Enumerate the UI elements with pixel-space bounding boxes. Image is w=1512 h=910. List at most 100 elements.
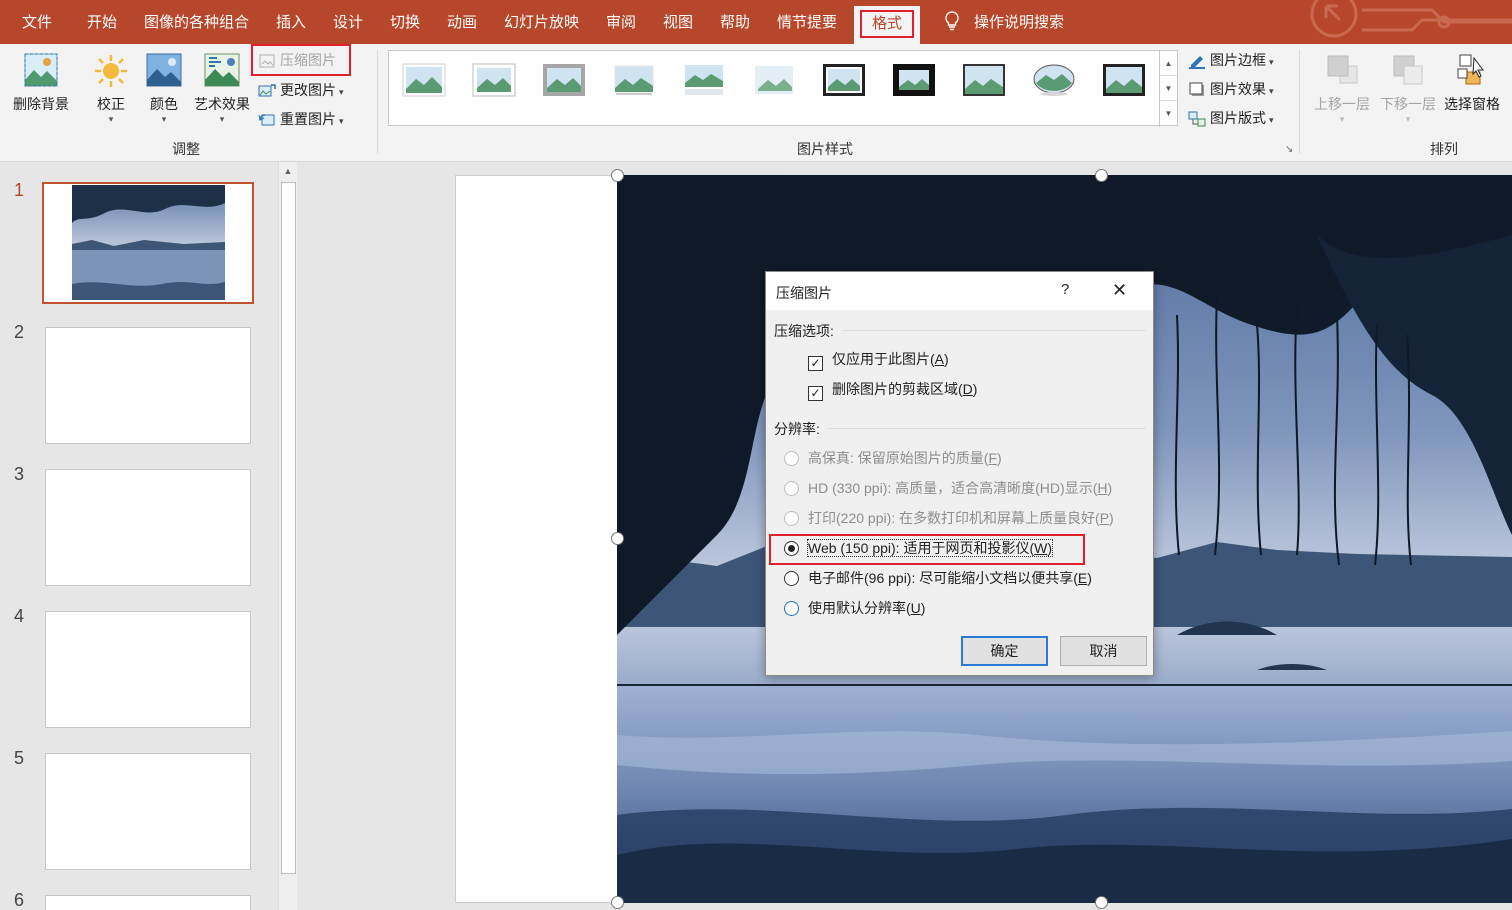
ribbon: 删除背景 校正 ▾ 颜色 ▾ 艺术效果 ▾ 压缩图片 更改图片 ▾ 重置图片 ▾…: [0, 44, 1512, 162]
radio-print-220: 打印(220 ppi): 在多数打印机和屏幕上质量良好(P): [784, 507, 1114, 529]
picture-style-thin-black[interactable]: [1102, 63, 1146, 97]
adjust-group-label: 调整: [172, 141, 200, 157]
corrections-button[interactable]: 校正 ▾: [88, 52, 134, 124]
picture-style-simple-black[interactable]: [962, 63, 1006, 97]
artistic-effects-icon: [204, 53, 240, 87]
close-icon[interactable]: ✕: [1112, 280, 1127, 301]
picture-effects-button[interactable]: 图片效果 ▾: [1188, 77, 1274, 101]
gallery-more-icon[interactable]: ▼: [1160, 101, 1177, 126]
tab-file[interactable]: 文件: [22, 0, 52, 44]
slide-thumbnail-3[interactable]: [45, 469, 251, 586]
picture-effects-icon: [1189, 82, 1204, 97]
section-divider: [842, 330, 1146, 331]
picture-styles-gallery[interactable]: ▲ ▼ ▼: [388, 50, 1178, 127]
resize-handle[interactable]: [611, 532, 624, 545]
picture-border-button[interactable]: 图片边框 ▾: [1188, 48, 1274, 72]
compress-options-heading: 压缩选项:: [774, 323, 834, 339]
picture-style-double-frame-black[interactable]: [822, 63, 866, 97]
high-fidelity-label: 高保真: 保留原始图片的质量(: [808, 450, 989, 466]
change-picture-dropdown-icon: ▾: [339, 87, 344, 97]
ok-button[interactable]: 确定: [961, 636, 1048, 666]
resize-handle[interactable]: [611, 896, 624, 909]
slide-canvas[interactable]: [455, 175, 625, 903]
tell-me-label: 操作说明搜索: [974, 14, 1065, 31]
tab-view[interactable]: 视图: [663, 0, 693, 44]
tab-format-label: 格式: [860, 10, 915, 38]
tab-help[interactable]: 帮助: [720, 0, 750, 44]
picture-style-gray-frame[interactable]: [542, 63, 586, 97]
tell-me-search[interactable]: 操作说明搜索: [944, 0, 1064, 44]
delete-cropped-areas-checkbox[interactable]: ✓ 删除图片的剪裁区域(D): [808, 378, 977, 401]
artistic-effects-button[interactable]: 艺术效果 ▾: [190, 52, 254, 124]
radio-hd-330: HD (330 ppi): 高质量，适合高清晰度(HD)显示(H): [784, 477, 1112, 499]
cancel-button[interactable]: 取消: [1060, 636, 1147, 666]
close-paren: ): [1107, 480, 1113, 496]
radio-email-96[interactable]: 电子邮件(96 ppi): 尽可能缩小文档以便共享(E): [784, 567, 1092, 589]
radio-default-resolution[interactable]: 使用默认分辨率(U): [784, 597, 925, 619]
tab-transitions[interactable]: 切换: [390, 0, 420, 44]
thumbnail-scrollbar[interactable]: ▲: [278, 162, 297, 910]
radio-unselected-icon: [784, 511, 799, 526]
slide-thumbnail-4[interactable]: [45, 611, 251, 728]
tab-review[interactable]: 审阅: [606, 0, 636, 44]
selection-pane-button[interactable]: 选择窗格: [1440, 52, 1504, 114]
email-label: 电子邮件(96 ppi): 尽可能缩小文档以便共享(: [808, 570, 1078, 586]
section-divider: [828, 428, 1146, 429]
picture-layout-button[interactable]: 图片版式 ▾: [1188, 106, 1274, 130]
tab-storyboard[interactable]: 情节提要: [777, 0, 837, 44]
slide-1-landscape-image: [44, 184, 252, 302]
group-separator: [377, 50, 378, 154]
radio-unselected-icon: [784, 601, 799, 616]
resize-handle[interactable]: [1095, 896, 1108, 909]
picture-layout-icon: [1188, 111, 1206, 127]
change-picture-button[interactable]: 更改图片 ▾: [258, 78, 344, 102]
reset-picture-button[interactable]: 重置图片 ▾: [258, 107, 344, 131]
slide-number: 5: [14, 748, 25, 768]
tab-animations[interactable]: 动画: [447, 0, 477, 44]
send-backward-dropdown-icon: ▾: [1405, 114, 1411, 124]
picture-layout-dropdown-icon: ▾: [1269, 115, 1274, 125]
gallery-down-icon[interactable]: ▼: [1160, 76, 1177, 101]
radio-web-150[interactable]: Web (150 ppi): 适用于网页和投影仪(W): [784, 537, 1054, 559]
slide-number: 2: [14, 322, 25, 342]
dialog-title-bar: 压缩图片 ? ✕: [766, 272, 1153, 310]
scroll-up-icon[interactable]: ▲: [279, 162, 297, 180]
tab-insert[interactable]: 插入: [276, 0, 306, 44]
dialog-launcher-icon[interactable]: ↘: [1285, 144, 1293, 155]
picture-style-oval[interactable]: [1032, 63, 1076, 97]
send-backward-button[interactable]: 下移一层 ▾: [1376, 52, 1440, 124]
apply-only-checkbox[interactable]: ✓ 仅应用于此图片(A): [808, 348, 949, 371]
tab-design[interactable]: 设计: [333, 0, 363, 44]
radio-unselected-icon: [784, 481, 799, 496]
resize-handle[interactable]: [611, 169, 624, 182]
tab-home[interactable]: 开始: [87, 0, 117, 44]
tab-format[interactable]: 格式: [854, 6, 921, 44]
corrections-label: 校正: [97, 96, 125, 112]
picture-style-thick-black[interactable]: [892, 63, 936, 97]
picture-style-reflected[interactable]: [682, 63, 726, 97]
web-shortcut: W: [1034, 540, 1048, 556]
artistic-effects-label: 艺术效果: [194, 96, 250, 112]
tab-slideshow[interactable]: 幻灯片放映: [504, 0, 579, 44]
corrections-dropdown-icon: ▾: [108, 114, 114, 124]
slide-thumbnail-2[interactable]: [45, 327, 251, 444]
change-picture-label: 更改图片: [280, 82, 336, 98]
gallery-up-icon[interactable]: ▲: [1160, 51, 1177, 76]
gallery-scroll[interactable]: ▲ ▼ ▼: [1159, 51, 1177, 127]
picture-style-simple-frame[interactable]: [402, 63, 446, 97]
email-shortcut: E: [1077, 570, 1088, 586]
remove-background-button[interactable]: 删除背景: [8, 52, 74, 114]
slide-thumbnail-6[interactable]: [45, 895, 251, 910]
picture-style-soft-rect[interactable]: [752, 63, 796, 97]
scrollbar-thumb[interactable]: [281, 182, 296, 874]
help-icon[interactable]: ?: [1061, 281, 1069, 298]
color-button[interactable]: 颜色 ▾: [141, 52, 187, 124]
slide-thumbnail-1[interactable]: [42, 182, 254, 304]
slide-number: 4: [14, 606, 25, 626]
tab-image-combos[interactable]: 图像的各种组合: [144, 0, 249, 44]
picture-style-soft-edge[interactable]: [612, 63, 656, 97]
resize-handle[interactable]: [1095, 169, 1108, 182]
slide-thumbnail-5[interactable]: [45, 753, 251, 870]
picture-style-white-frame[interactable]: [472, 63, 516, 97]
bring-forward-button[interactable]: 上移一层 ▾: [1310, 52, 1374, 124]
